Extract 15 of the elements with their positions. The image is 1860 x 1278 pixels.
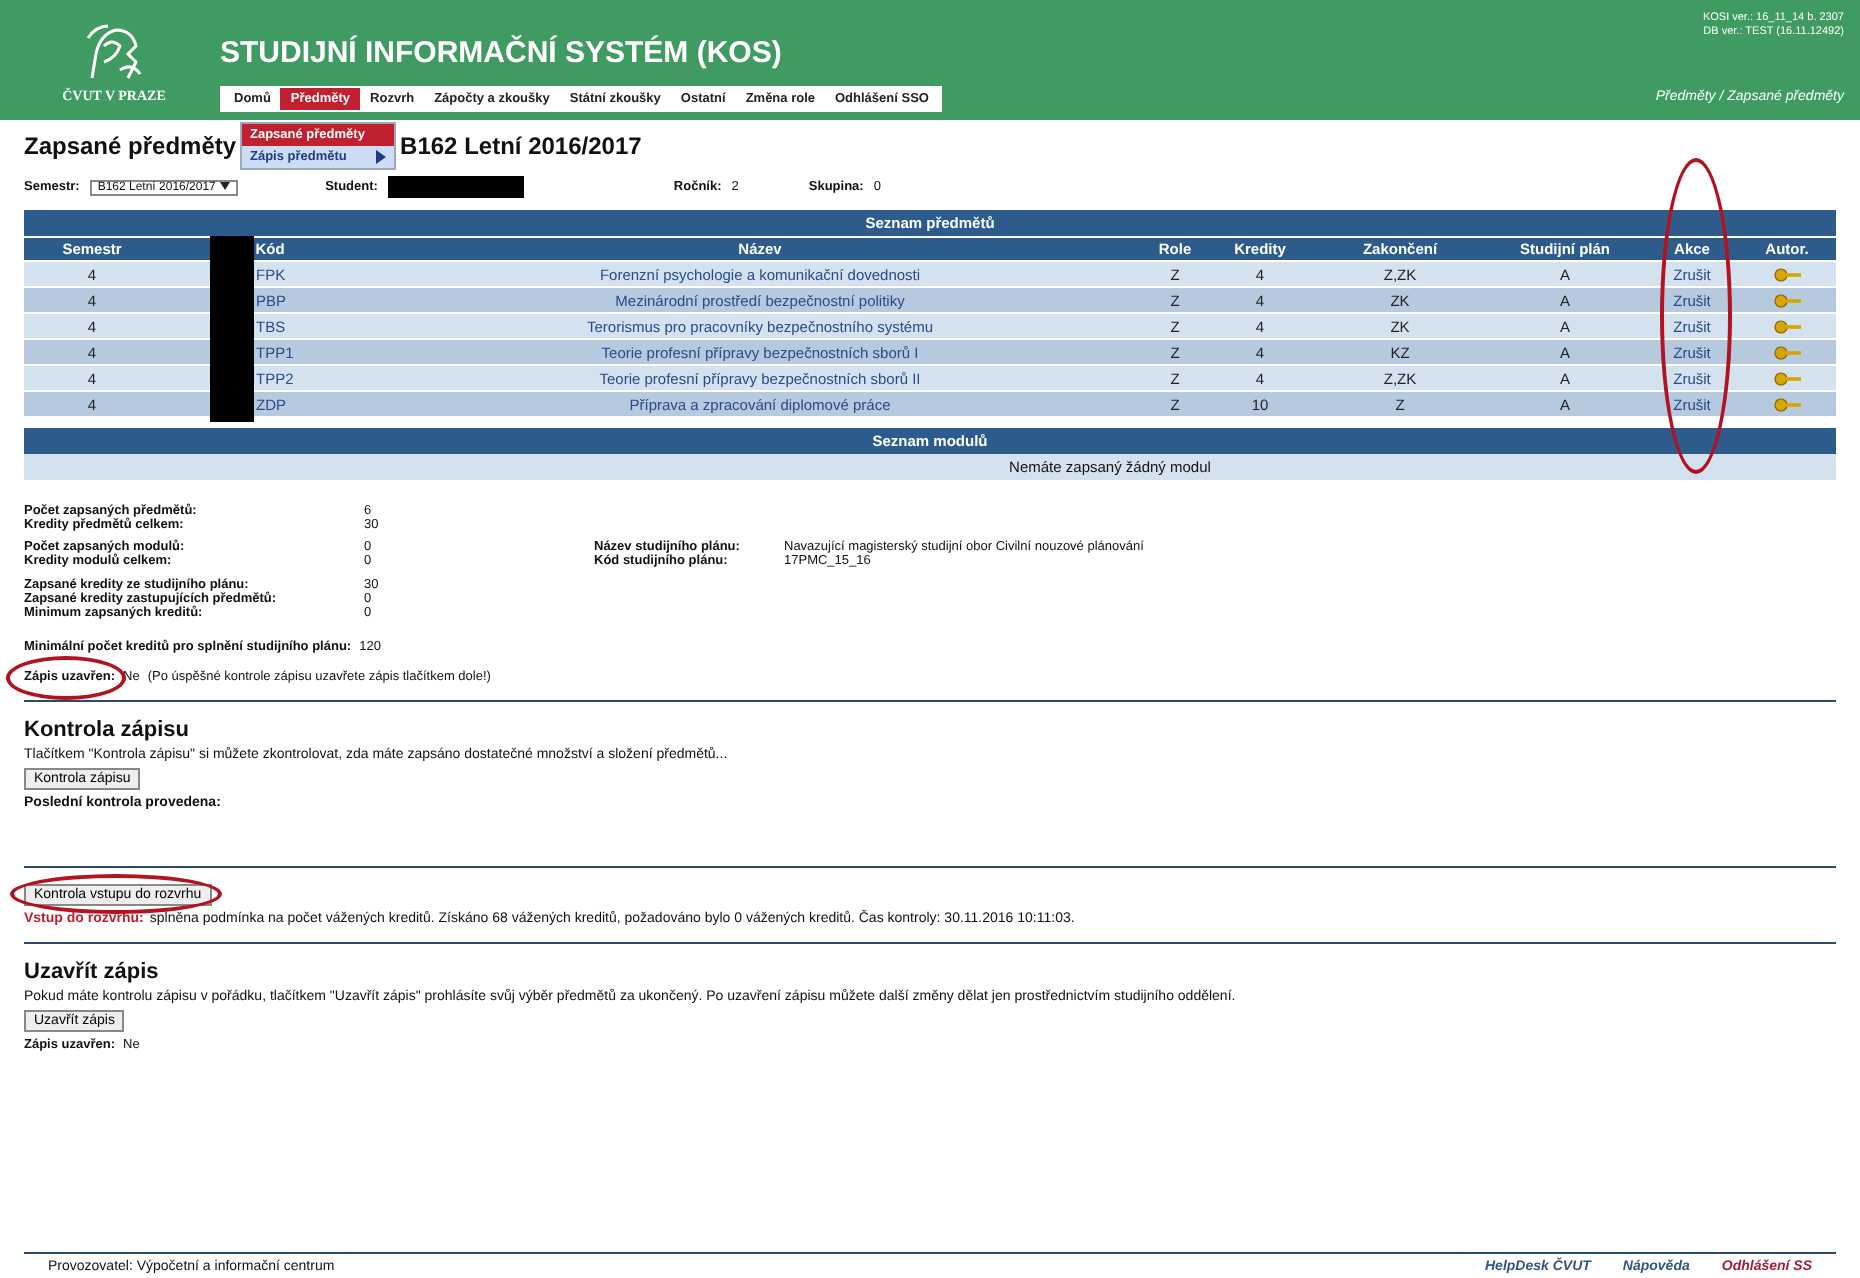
key-icon [1773,371,1801,385]
key-icon [1773,319,1801,333]
key-icon [1773,267,1801,281]
page-title: Zapsané předměty [24,132,237,160]
annotation-ellipse [6,655,126,700]
caret-icon [219,181,230,189]
section-heading: Kontrola zápisu [24,717,192,742]
key-icon [1773,397,1801,411]
section-heading: Uzavřít zápis [24,959,161,984]
key-icon [1773,345,1801,359]
key-icon [1773,293,1801,307]
redaction-bar [387,176,524,198]
submenu-arrow-icon [376,150,386,164]
page-title: B162 Letní 2016/2017 [400,132,642,160]
app-title: STUDIJNÍ INFORMAČNÍ SYSTÉM (KOS) [220,36,784,70]
